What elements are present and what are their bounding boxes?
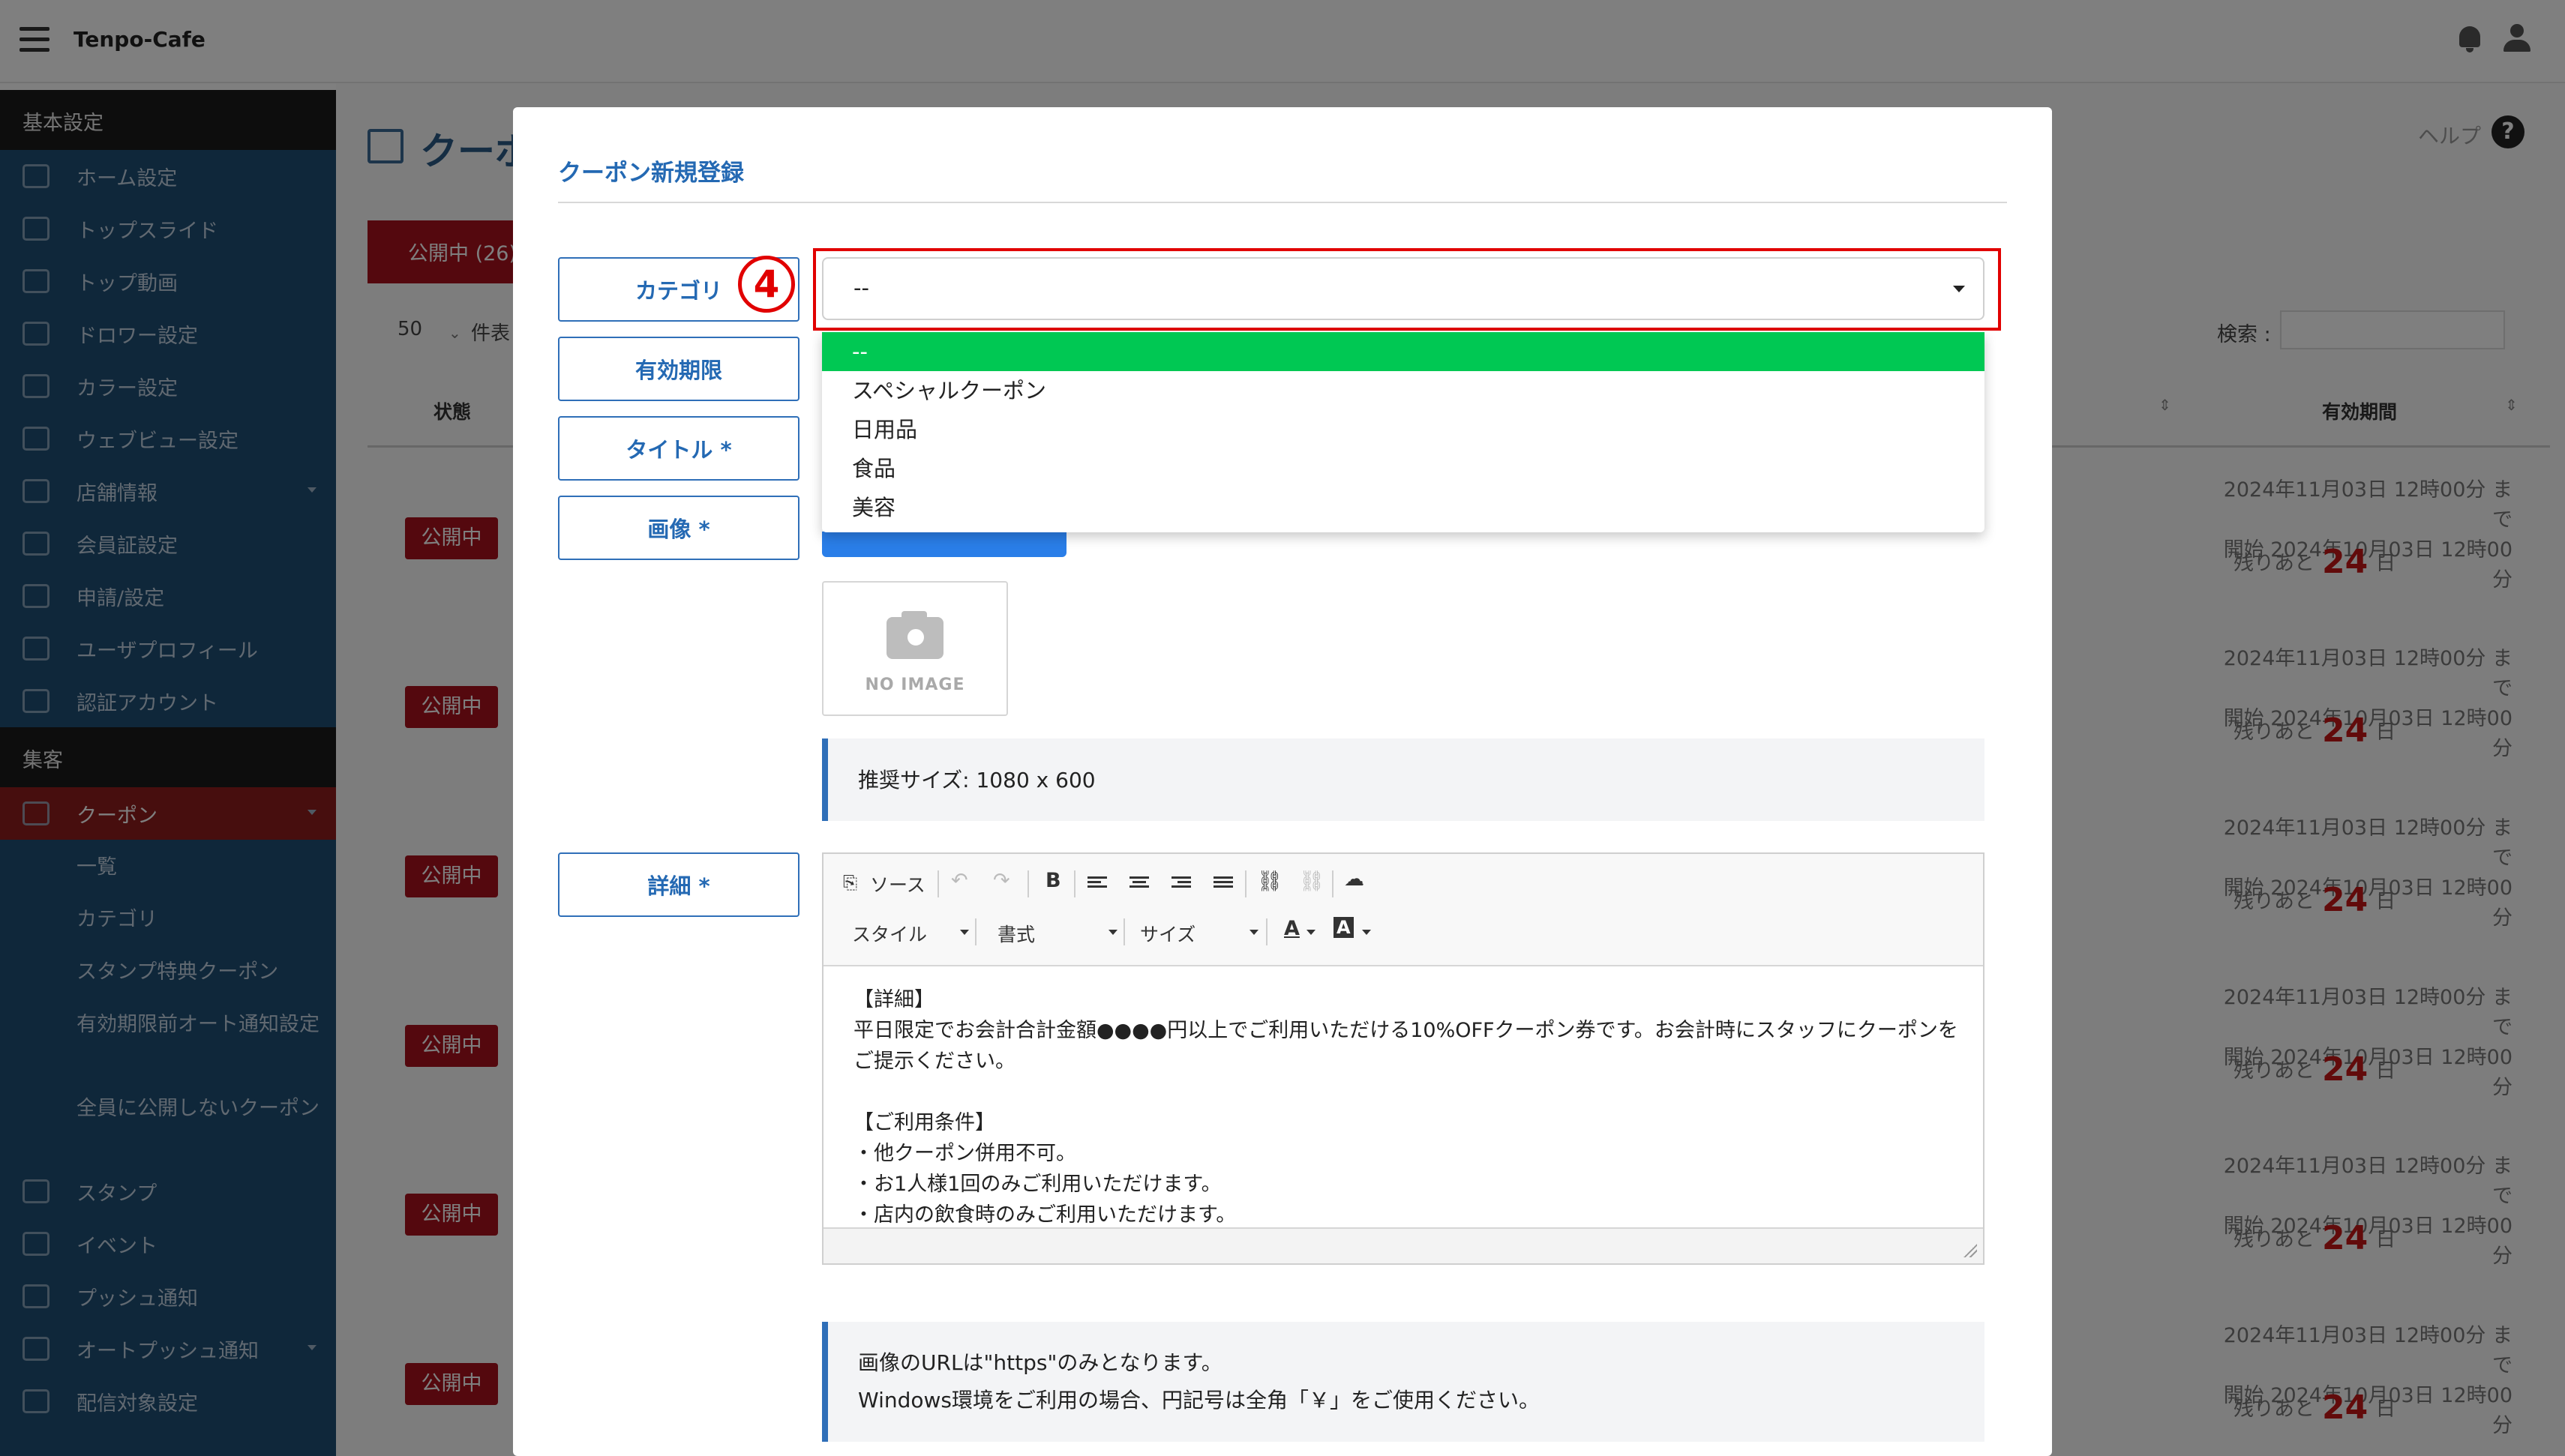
divider [558, 202, 2007, 203]
size-dropdown-label: サイズ [1140, 924, 1196, 945]
source-button[interactable]: ソース [870, 870, 926, 897]
detail-label: 詳細 * [558, 852, 800, 917]
chevron-down-icon [1101, 920, 1118, 942]
editor-text: 【詳細】 平日限定でお会計合計金額●●●●円以上でご利用いただける10%OFFク… [854, 988, 1958, 1248]
resize-handle-icon[interactable] [1964, 1244, 1977, 1257]
toolbar-separator [1245, 870, 1246, 897]
coupon-create-modal: クーポン新規登録 カテゴリ 4 有効期限 タイトル * 画像 * 詳細 * --… [513, 107, 2052, 1456]
category-option[interactable]: 美容 [822, 488, 1984, 527]
background-color-icon[interactable]: A [1334, 917, 1354, 938]
step-marker-4: 4 [738, 256, 795, 313]
format-dropdown[interactable]: 書式 [998, 920, 1035, 947]
unlink-icon[interactable]: ⛓ [1299, 869, 1324, 893]
toolbar-separator [975, 918, 976, 945]
align-right-icon[interactable] [1172, 876, 1191, 893]
url-note-line-1: 画像のURLは"https"のみとなります。 [858, 1350, 1222, 1375]
validity-label: 有効期限 [558, 337, 800, 401]
align-center-icon[interactable] [1130, 876, 1149, 893]
category-option[interactable]: 日用品 [822, 410, 1984, 449]
image-upload-button[interactable] [822, 532, 1066, 557]
toolbar-separator [1332, 870, 1334, 897]
redo-icon[interactable]: ↷ [993, 869, 1010, 892]
image-size-hint: 推奨サイズ: 1080 x 600 [822, 738, 1984, 821]
align-justify-icon[interactable] [1214, 876, 1233, 893]
url-note-line-2: Windows環境をご利用の場合、円記号は全角「￥」をご使用ください。 [858, 1388, 1540, 1413]
align-left-icon[interactable] [1088, 876, 1107, 893]
camera-icon-lens [903, 625, 928, 650]
cloud-upload-icon[interactable]: ☁ [1344, 867, 1364, 891]
no-image-text: NO IMAGE [865, 676, 965, 694]
format-dropdown-label: 書式 [998, 924, 1036, 945]
style-dropdown[interactable]: スタイル [852, 920, 927, 947]
toolbar-separator [1074, 870, 1076, 897]
toolbar-separator [1266, 918, 1268, 945]
image-preview[interactable]: NO IMAGE [822, 581, 1008, 716]
toolbar-separator [1124, 918, 1125, 945]
rich-text-editor: ⎘ ソース ↶ ↷ B ⛓ ⛓ ☁ スタイル 書式 サイズ A A 【詳細】 平… [822, 852, 1984, 1265]
category-option[interactable]: 食品 [822, 449, 1984, 488]
category-option[interactable]: スペシャルクーポン [822, 371, 1984, 410]
title-label: タイトル * [558, 416, 800, 481]
toolbar-separator [938, 870, 939, 897]
category-option[interactable]: -- [822, 332, 1984, 371]
category-select[interactable]: -- [822, 257, 1984, 320]
size-dropdown[interactable]: サイズ [1140, 920, 1196, 947]
link-icon[interactable]: ⛓ [1257, 869, 1282, 893]
category-select-value: -- [854, 275, 869, 301]
chevron-down-icon [1299, 920, 1316, 942]
source-icon[interactable]: ⎘ [843, 872, 857, 893]
editor-status-bar [824, 1227, 1983, 1263]
editor-toolbar: ⎘ ソース ↶ ↷ B ⛓ ⛓ ☁ スタイル 書式 サイズ A A [824, 854, 1983, 966]
toolbar-separator [1028, 870, 1029, 897]
image-label: 画像 * [558, 496, 800, 560]
category-dropdown: -- スペシャルクーポン 日用品 食品 美容 [822, 332, 1984, 532]
chevron-down-icon [1354, 920, 1371, 942]
text-color-icon[interactable]: A [1284, 917, 1300, 940]
modal-title: クーポン新規登録 [558, 160, 744, 187]
chevron-down-icon [952, 920, 969, 942]
bold-icon[interactable]: B [1046, 869, 1061, 892]
style-dropdown-label: スタイル [852, 924, 928, 945]
url-note: 画像のURLは"https"のみとなります。 Windows環境をご利用の場合、… [822, 1322, 1984, 1442]
editor-body[interactable]: 【詳細】 平日限定でお会計合計金額●●●●円以上でご利用いただける10%OFFク… [854, 984, 1964, 1248]
undo-icon[interactable]: ↶ [951, 869, 968, 892]
caret-down-icon [1953, 286, 1965, 292]
chevron-down-icon [1242, 920, 1258, 942]
